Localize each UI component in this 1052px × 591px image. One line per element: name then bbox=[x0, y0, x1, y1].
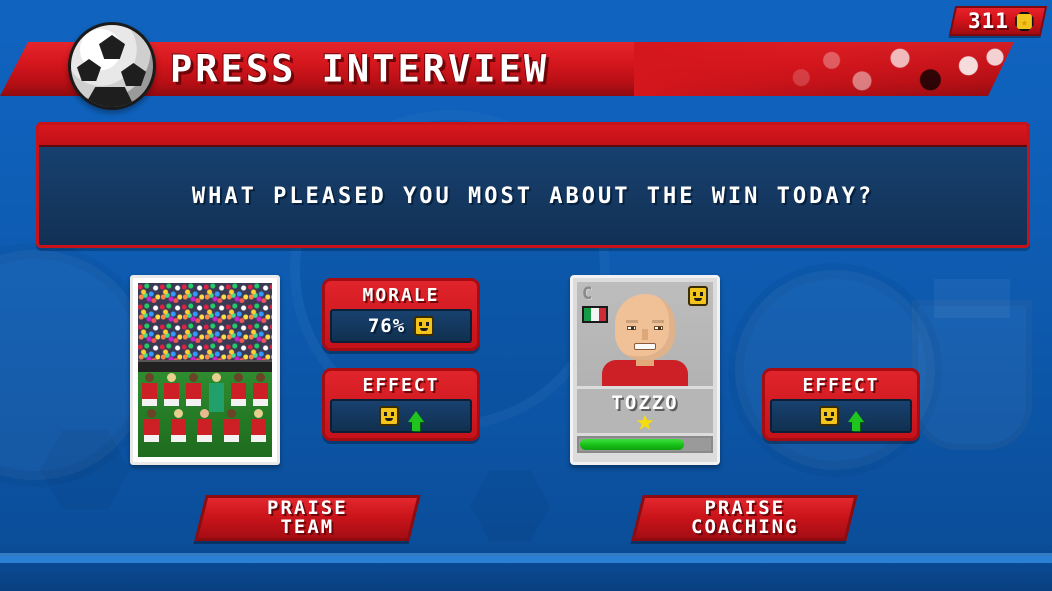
team-effect-label: EFFECT bbox=[362, 374, 440, 396]
question-panel-body: WHAT PLEASED YOU MOST ABOUT THE WIN TODA… bbox=[39, 147, 1027, 245]
coach-name-area: TOZZO bbox=[577, 389, 713, 433]
smiley-face-icon bbox=[414, 316, 435, 336]
smiley-face-icon bbox=[378, 406, 399, 426]
coach-effect-panel: EFFECT bbox=[762, 368, 920, 441]
coach-rating-fill bbox=[580, 439, 684, 450]
praise-team-line2: TEAM bbox=[280, 516, 335, 538]
question-panel-header bbox=[39, 125, 1027, 147]
praise-coaching-button[interactable]: PRAISE COACHING bbox=[631, 495, 858, 541]
coach-name: TOZZO bbox=[611, 391, 679, 414]
team-effect-panel: EFFECT bbox=[322, 368, 480, 441]
praise-coaching-line2: COACHING bbox=[690, 516, 799, 538]
arrow-up-icon bbox=[847, 410, 864, 431]
morale-label: MORALE bbox=[362, 284, 440, 306]
morale-value: 76% bbox=[367, 315, 406, 337]
coin-icon: ★ bbox=[1015, 12, 1034, 31]
praise-team-button[interactable]: PRAISE TEAM bbox=[194, 495, 421, 541]
smiley-face-icon bbox=[818, 406, 839, 426]
morale-panel: MORALE 76% bbox=[322, 278, 480, 351]
team-effect-value-box bbox=[330, 399, 472, 433]
football-icon bbox=[68, 22, 156, 110]
coach-effect-value-box bbox=[770, 399, 912, 433]
team-front-row bbox=[138, 409, 272, 443]
header-ball-pattern bbox=[634, 42, 1014, 96]
coach-player-card[interactable]: C TOZZO bbox=[570, 275, 720, 465]
morale-value-box: 76% bbox=[330, 309, 472, 343]
pitch bbox=[138, 371, 272, 457]
team-photo-card[interactable] bbox=[130, 275, 280, 465]
coach-effect-label: EFFECT bbox=[802, 374, 880, 396]
coach-rating-bar bbox=[577, 436, 713, 453]
arrow-up-icon bbox=[407, 410, 424, 431]
star-icon bbox=[636, 414, 654, 430]
italy-flag-icon bbox=[582, 306, 608, 323]
team-photo bbox=[138, 283, 272, 457]
coach-portrait bbox=[602, 294, 688, 386]
question-text: WHAT PLEASED YOU MOST ABOUT THE WIN TODA… bbox=[191, 183, 875, 209]
stand-barrier bbox=[138, 359, 272, 372]
question-panel: WHAT PLEASED YOU MOST ABOUT THE WIN TODA… bbox=[36, 122, 1030, 248]
coach-position-label: C bbox=[582, 284, 593, 304]
currency-badge[interactable]: 311 ★ bbox=[948, 6, 1048, 36]
currency-amount: 311 bbox=[968, 9, 1009, 33]
team-back-row bbox=[138, 373, 272, 413]
bottom-accent-line-highlight bbox=[0, 553, 1052, 556]
coach-portrait-area: C bbox=[577, 282, 713, 386]
game-screen: 311 ★ PRESS INTERVIEW WHAT PLEASED YOU M… bbox=[0, 0, 1052, 591]
watermark-trophy bbox=[912, 279, 1032, 450]
bottom-band bbox=[0, 545, 1052, 591]
page-title: PRESS INTERVIEW bbox=[170, 47, 550, 91]
bottom-accent-line bbox=[0, 556, 1052, 563]
crowd-stand bbox=[138, 283, 272, 360]
smiley-face-icon bbox=[688, 286, 708, 306]
